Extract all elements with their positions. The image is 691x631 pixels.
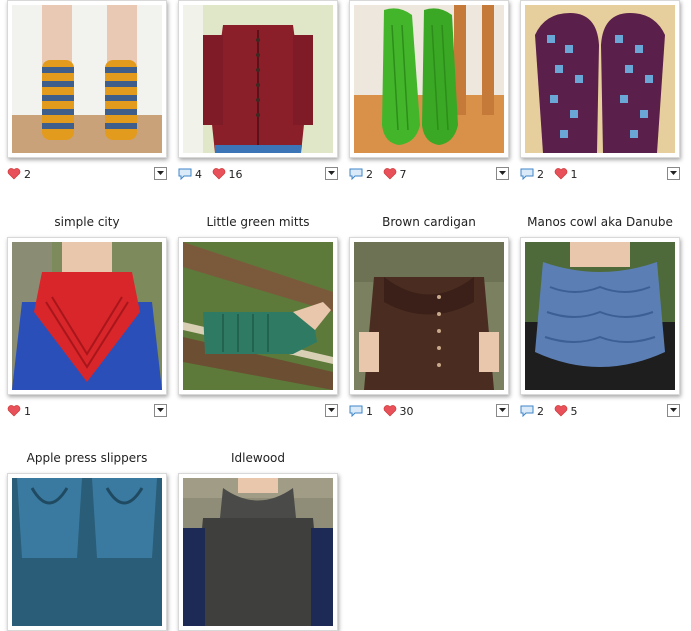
dropdown-arrow-icon: [670, 408, 677, 412]
hearts-count[interactable]: 1: [7, 403, 31, 419]
hearts-value: 1: [570, 167, 578, 181]
project-thumbnail[interactable]: [178, 473, 338, 631]
photo-red-cardigan[interactable]: [183, 5, 333, 153]
hearts-count[interactable]: 30: [383, 403, 414, 419]
photo-blue-cowl[interactable]: [525, 242, 675, 390]
project-title[interactable]: Brown cardigan: [339, 215, 519, 229]
photo-red-shawl[interactable]: [12, 242, 162, 390]
project-title[interactable]: simple city: [0, 215, 177, 229]
speech-bubble-icon: [349, 405, 363, 417]
speech-bubble-icon: [520, 168, 534, 180]
heart-icon: [554, 168, 567, 180]
project-stats: 1: [7, 403, 167, 419]
speech-bubble-icon: [520, 405, 534, 417]
project-stats: 2 7: [349, 166, 509, 182]
heart-icon: [383, 168, 396, 180]
heart-icon: [554, 405, 567, 417]
project-thumbnail[interactable]: [7, 237, 167, 395]
comments-count[interactable]: 2: [349, 166, 373, 182]
project-menu-button[interactable]: [325, 404, 338, 417]
speech-bubble-icon: [349, 168, 363, 180]
dropdown-arrow-icon: [328, 171, 335, 175]
hearts-value: 2: [24, 167, 31, 181]
project-menu-button[interactable]: [667, 404, 680, 417]
project-stats: [178, 403, 338, 419]
hearts-value: 1: [24, 404, 31, 418]
project-title[interactable]: Idlewood: [168, 451, 348, 465]
dropdown-arrow-icon: [670, 171, 677, 175]
project-stats: 2 1: [520, 166, 680, 182]
photo-brown-cardigan[interactable]: [354, 242, 504, 390]
dropdown-arrow-icon: [157, 171, 164, 175]
comments-count[interactable]: 1: [349, 403, 373, 419]
project-thumbnail[interactable]: [349, 0, 509, 158]
heart-icon: [7, 405, 21, 417]
photo-idlewood-sweater[interactable]: [183, 478, 333, 626]
heart-icon: [7, 168, 21, 180]
photo-blue-slippers[interactable]: [12, 478, 162, 626]
project-stats: 2: [7, 166, 167, 182]
dropdown-arrow-icon: [499, 171, 506, 175]
photo-striped-socks[interactable]: [12, 5, 162, 153]
project-thumbnail[interactable]: [7, 473, 167, 631]
project-menu-button[interactable]: [325, 167, 338, 180]
hearts-count[interactable]: 5: [554, 403, 578, 419]
project-menu-button[interactable]: [496, 167, 509, 180]
photo-green-mitts[interactable]: [183, 242, 333, 390]
comments-value: 2: [366, 167, 373, 181]
comments-count[interactable]: 4: [178, 166, 202, 182]
project-thumbnail[interactable]: [520, 0, 680, 158]
project-title[interactable]: Apple press slippers: [0, 451, 177, 465]
hearts-count[interactable]: 7: [383, 166, 407, 182]
project-thumbnail[interactable]: [7, 0, 167, 158]
heart-icon: [212, 168, 225, 180]
hearts-count[interactable]: 16: [212, 166, 243, 182]
hearts-value: 5: [570, 404, 578, 418]
project-menu-button[interactable]: [496, 404, 509, 417]
comments-value: 4: [195, 167, 202, 181]
project-title[interactable]: Little green mitts: [168, 215, 348, 229]
comments-count[interactable]: 2: [520, 403, 544, 419]
dropdown-arrow-icon: [499, 408, 506, 412]
project-menu-button[interactable]: [667, 167, 680, 180]
heart-icon: [383, 405, 396, 417]
project-thumbnail[interactable]: [520, 237, 680, 395]
photo-green-socks[interactable]: [354, 5, 504, 153]
comments-value: 1: [366, 404, 373, 418]
comments-value: 2: [537, 167, 544, 181]
project-menu-button[interactable]: [154, 167, 167, 180]
project-thumbnail[interactable]: [349, 237, 509, 395]
comments-count[interactable]: 2: [520, 166, 544, 182]
comments-value: 2: [537, 404, 544, 418]
photo-colorwork-mittens[interactable]: [525, 5, 675, 153]
project-stats: 1 30: [349, 403, 509, 419]
project-title[interactable]: Manos cowl aka Danube: [510, 215, 690, 229]
project-stats: 4 16: [178, 166, 338, 182]
hearts-value: 7: [399, 167, 407, 181]
speech-bubble-icon: [178, 168, 192, 180]
project-stats: 2 5: [520, 403, 680, 419]
hearts-count[interactable]: 2: [7, 166, 31, 182]
dropdown-arrow-icon: [157, 408, 164, 412]
project-thumbnail[interactable]: [178, 0, 338, 158]
project-menu-button[interactable]: [154, 404, 167, 417]
hearts-count[interactable]: 1: [554, 166, 578, 182]
project-thumbnail[interactable]: [178, 237, 338, 395]
hearts-value: 16: [228, 167, 243, 181]
dropdown-arrow-icon: [328, 408, 335, 412]
hearts-value: 30: [399, 404, 414, 418]
